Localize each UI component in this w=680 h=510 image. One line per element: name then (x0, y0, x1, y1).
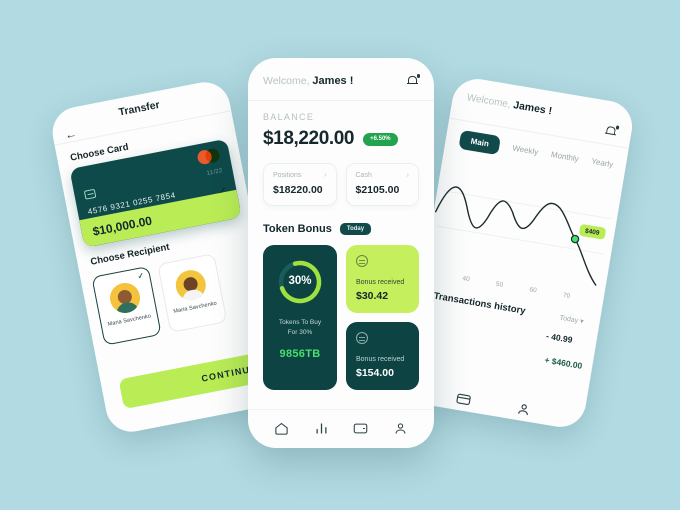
summary-cards: Positions › $18220.00 Cash › $2105.00 (263, 163, 419, 206)
avatar (107, 280, 143, 316)
bonus-card-lime[interactable]: Bonus received $30.42 (346, 245, 419, 313)
recipient-name: Maria Savchenko (107, 313, 152, 328)
bonus-value: $30.42 (356, 290, 389, 302)
welcome-text: Welcome, James ! (466, 91, 553, 117)
axis-tick: 60 (528, 286, 538, 295)
tab-main[interactable]: Main (458, 129, 502, 156)
chevron-right-icon: › (324, 172, 327, 179)
avatar (173, 267, 209, 303)
bonus-grid: 30% Tokens To Buy For 30% 9856TB Bonus r… (263, 245, 419, 390)
tab-monthly[interactable]: Monthly (550, 150, 579, 164)
dashboard-header: Welcome, James ! (248, 58, 434, 101)
positions-card[interactable]: Positions › $18220.00 (263, 163, 337, 206)
cash-label: Cash (355, 172, 372, 179)
bonus-column: Bonus received $30.42 Bonus received $15… (346, 245, 419, 390)
tab-yearly[interactable]: Yearly (591, 157, 614, 169)
dashboard-body: BALANCE $18,220.00 +6.50% Positions › $1… (248, 101, 434, 390)
welcome-name: James ! (512, 99, 553, 118)
bottom-nav (248, 409, 434, 436)
card-expiry: 11/22 (206, 168, 224, 178)
token-progress-card[interactable]: 30% Tokens To Buy For 30% 9856TB (263, 245, 337, 390)
bonus-label: Bonus received (356, 279, 405, 286)
profile-icon[interactable] (515, 401, 532, 418)
positions-label: Positions (273, 172, 302, 179)
progress-percent: 30% (288, 275, 312, 287)
bell-notification-icon[interactable] (604, 125, 620, 139)
recipient-name: Maria Savchenko (173, 300, 218, 315)
profile-icon[interactable] (393, 421, 408, 436)
axis-tick: 40 (461, 275, 471, 284)
mastercard-logo (196, 147, 221, 166)
caption-line-1: Tokens To Buy (278, 319, 322, 326)
check-icon: ✓ (136, 270, 145, 282)
welcome-prefix: Welcome, (465, 92, 512, 111)
tokens-value: 9856TB (279, 347, 321, 360)
bonus-label: Bonus received (356, 356, 405, 363)
balance-label: BALANCE (263, 112, 315, 122)
cash-card[interactable]: Cash › $2105.00 (345, 163, 419, 206)
axis-tick: 70 (562, 291, 571, 300)
balance-row: $18,220.00 +6.50% (263, 128, 419, 150)
coin-icon (356, 332, 368, 344)
card-icon[interactable] (455, 391, 472, 408)
axis-tick: 50 (495, 280, 504, 289)
balance-change-badge: +6.50% (363, 132, 398, 146)
coin-icon (356, 255, 368, 267)
home-icon[interactable] (274, 421, 289, 436)
caption-line-2: For 30% (287, 328, 313, 336)
tokens-caption: Tokens To Buy For 30% (279, 318, 321, 338)
cash-value: $2105.00 (355, 184, 400, 196)
card-icon[interactable] (353, 421, 368, 436)
token-bonus-header: Token Bonus Today (263, 223, 419, 235)
chevron-right-icon: › (406, 172, 409, 179)
welcome-text: Welcome, James ! (263, 75, 353, 87)
positions-value: $18220.00 (273, 184, 323, 196)
phone-dashboard-screen: Welcome, James ! BALANCE $18,220.00 +6.5… (248, 58, 434, 448)
balance-amount: $18,220.00 (263, 128, 355, 149)
app-mockup-stage: Transfer ← Choose Card 11/22 4576 9321 0… (0, 0, 680, 510)
bar-chart-icon[interactable] (314, 421, 329, 436)
arrow-left-icon[interactable]: ← (64, 126, 78, 142)
tab-weekly[interactable]: Weekly (512, 144, 539, 157)
bell-notification-icon[interactable] (407, 74, 420, 87)
recipient-item[interactable]: Maria Savchenko (157, 253, 228, 333)
today-badge: Today (339, 223, 372, 235)
recipient-item[interactable]: ✓ Maria Savchenko (91, 265, 162, 346)
bonus-card-dark[interactable]: Bonus received $154.00 (346, 322, 419, 390)
card-chip-icon (83, 188, 97, 200)
welcome-name: James ! (312, 75, 354, 87)
progress-ring: 30% (276, 258, 324, 306)
section-title: Token Bonus (263, 223, 332, 235)
bonus-value: $154.00 (356, 367, 394, 379)
welcome-prefix: Welcome, (263, 75, 310, 87)
phone-analytics-screen: Welcome, James ! Main Weekly Monthly Yea… (402, 75, 636, 431)
